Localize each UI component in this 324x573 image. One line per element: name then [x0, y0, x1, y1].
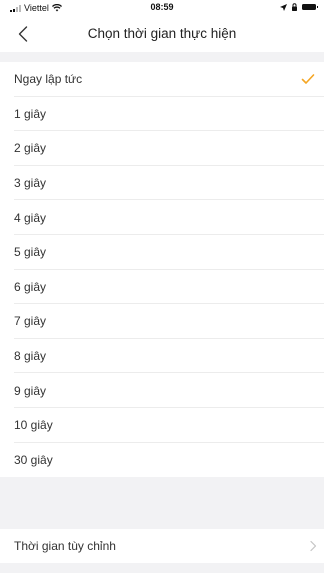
- custom-time-label: Thời gian tùy chỉnh: [14, 539, 116, 553]
- battery-icon: [302, 4, 318, 10]
- option-3s[interactable]: 3 giây: [0, 166, 324, 201]
- check-icon: [301, 74, 315, 84]
- option-8s[interactable]: 8 giây: [0, 339, 324, 374]
- lock-rotation-icon: [292, 3, 297, 11]
- option-5s[interactable]: 5 giây: [0, 235, 324, 270]
- option-label: 30 giây: [14, 452, 53, 467]
- option-6s[interactable]: 6 giây: [0, 270, 324, 305]
- nav-bar: Chọn thời gian thực hiện: [0, 16, 324, 52]
- status-time: 08:59: [150, 2, 174, 12]
- chevron-right-icon: [310, 540, 317, 552]
- option-label: 9 giây: [14, 383, 47, 398]
- option-label: 10 giây: [14, 418, 53, 433]
- option-label: 7 giây: [14, 314, 47, 329]
- option-label: 2 giây: [14, 141, 47, 156]
- option-label: 6 giây: [14, 279, 47, 294]
- option-label: 5 giây: [14, 245, 47, 260]
- option-label: 8 giây: [14, 349, 47, 364]
- option-immediately[interactable]: Ngay lập tức: [0, 62, 324, 97]
- option-10s[interactable]: 10 giây: [0, 408, 324, 443]
- option-2s[interactable]: 2 giây: [0, 131, 324, 166]
- option-4s[interactable]: 4 giây: [0, 200, 324, 235]
- custom-time-row[interactable]: Thời gian tùy chỉnh: [0, 529, 324, 563]
- option-9s[interactable]: 9 giây: [0, 373, 324, 408]
- option-30s[interactable]: 30 giây: [0, 443, 324, 478]
- option-7s[interactable]: 7 giây: [0, 304, 324, 339]
- location-icon: [280, 3, 287, 11]
- status-right: [280, 3, 318, 11]
- option-label: 1 giây: [14, 106, 47, 121]
- option-label: Ngay lập tức: [14, 72, 83, 87]
- option-label: 4 giây: [14, 210, 47, 225]
- option-1s[interactable]: 1 giây: [0, 97, 324, 132]
- page-title: Chọn thời gian thực hiện: [87, 26, 237, 41]
- status-bar: Viettel 08:59: [0, 0, 324, 16]
- time-options-list: Ngay lập tức 1 giây 2 giây 3 giây 4 giây…: [0, 62, 324, 478]
- option-label: 3 giây: [14, 176, 47, 191]
